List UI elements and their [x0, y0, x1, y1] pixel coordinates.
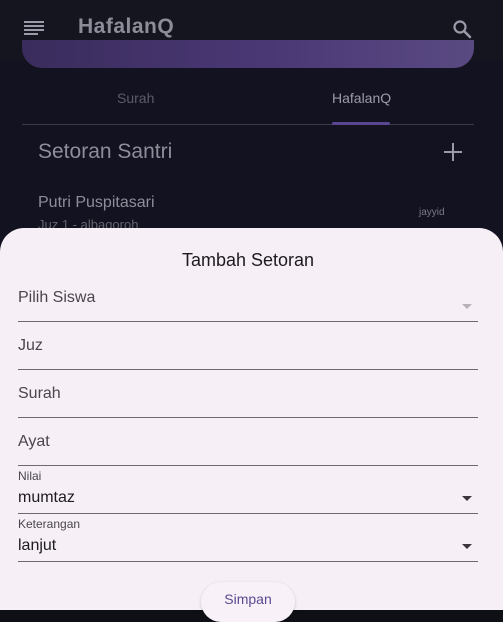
nilai-field-label: Nilai [18, 469, 42, 483]
search-icon[interactable] [452, 19, 472, 39]
keterangan-field-label: Keterangan [18, 517, 81, 531]
ayat-field[interactable]: Ayat [18, 428, 478, 466]
nilai-field-value: mumtaz [18, 489, 75, 506]
student-dropdown[interactable]: Pilih Siswa [18, 284, 478, 322]
menu-icon[interactable] [24, 21, 44, 35]
tab-surah[interactable]: Surah [117, 90, 154, 106]
student-field-label: Pilih Siswa [18, 289, 96, 306]
juz-field-label: Juz [18, 337, 43, 354]
sheet-title: Tambah Setoran [181, 250, 315, 270]
section-title: Setoran Santri [38, 140, 173, 163]
dropdown-arrow-icon [462, 544, 472, 549]
dropdown-arrow-icon [462, 304, 472, 309]
tab-indicator [332, 122, 390, 125]
tab-hafalanq[interactable]: HafalanQ [332, 90, 391, 106]
student-grade: jayyid [419, 207, 445, 218]
surah-field-label: Surah [18, 385, 61, 402]
nilai-dropdown[interactable]: Nilai mumtaz [18, 469, 478, 514]
save-button[interactable]: Simpan [201, 582, 295, 622]
keterangan-field-value: lanjut [18, 537, 57, 554]
app-title: HafalanQ [78, 15, 175, 38]
keterangan-dropdown[interactable]: Keterangan lanjut [18, 517, 478, 562]
tab-bar: Surah HafalanQ [22, 80, 474, 125]
add-icon[interactable] [444, 143, 462, 161]
surah-field[interactable]: Surah [18, 380, 478, 418]
ayat-field-label: Ayat [18, 433, 50, 450]
dropdown-arrow-icon [462, 496, 472, 501]
student-name: Putri Puspitasari [38, 194, 155, 211]
juz-field[interactable]: Juz [18, 332, 478, 370]
add-setoran-sheet: Tambah Setoran Pilih Siswa Juz Surah Aya… [0, 228, 503, 622]
header-banner [22, 40, 474, 68]
